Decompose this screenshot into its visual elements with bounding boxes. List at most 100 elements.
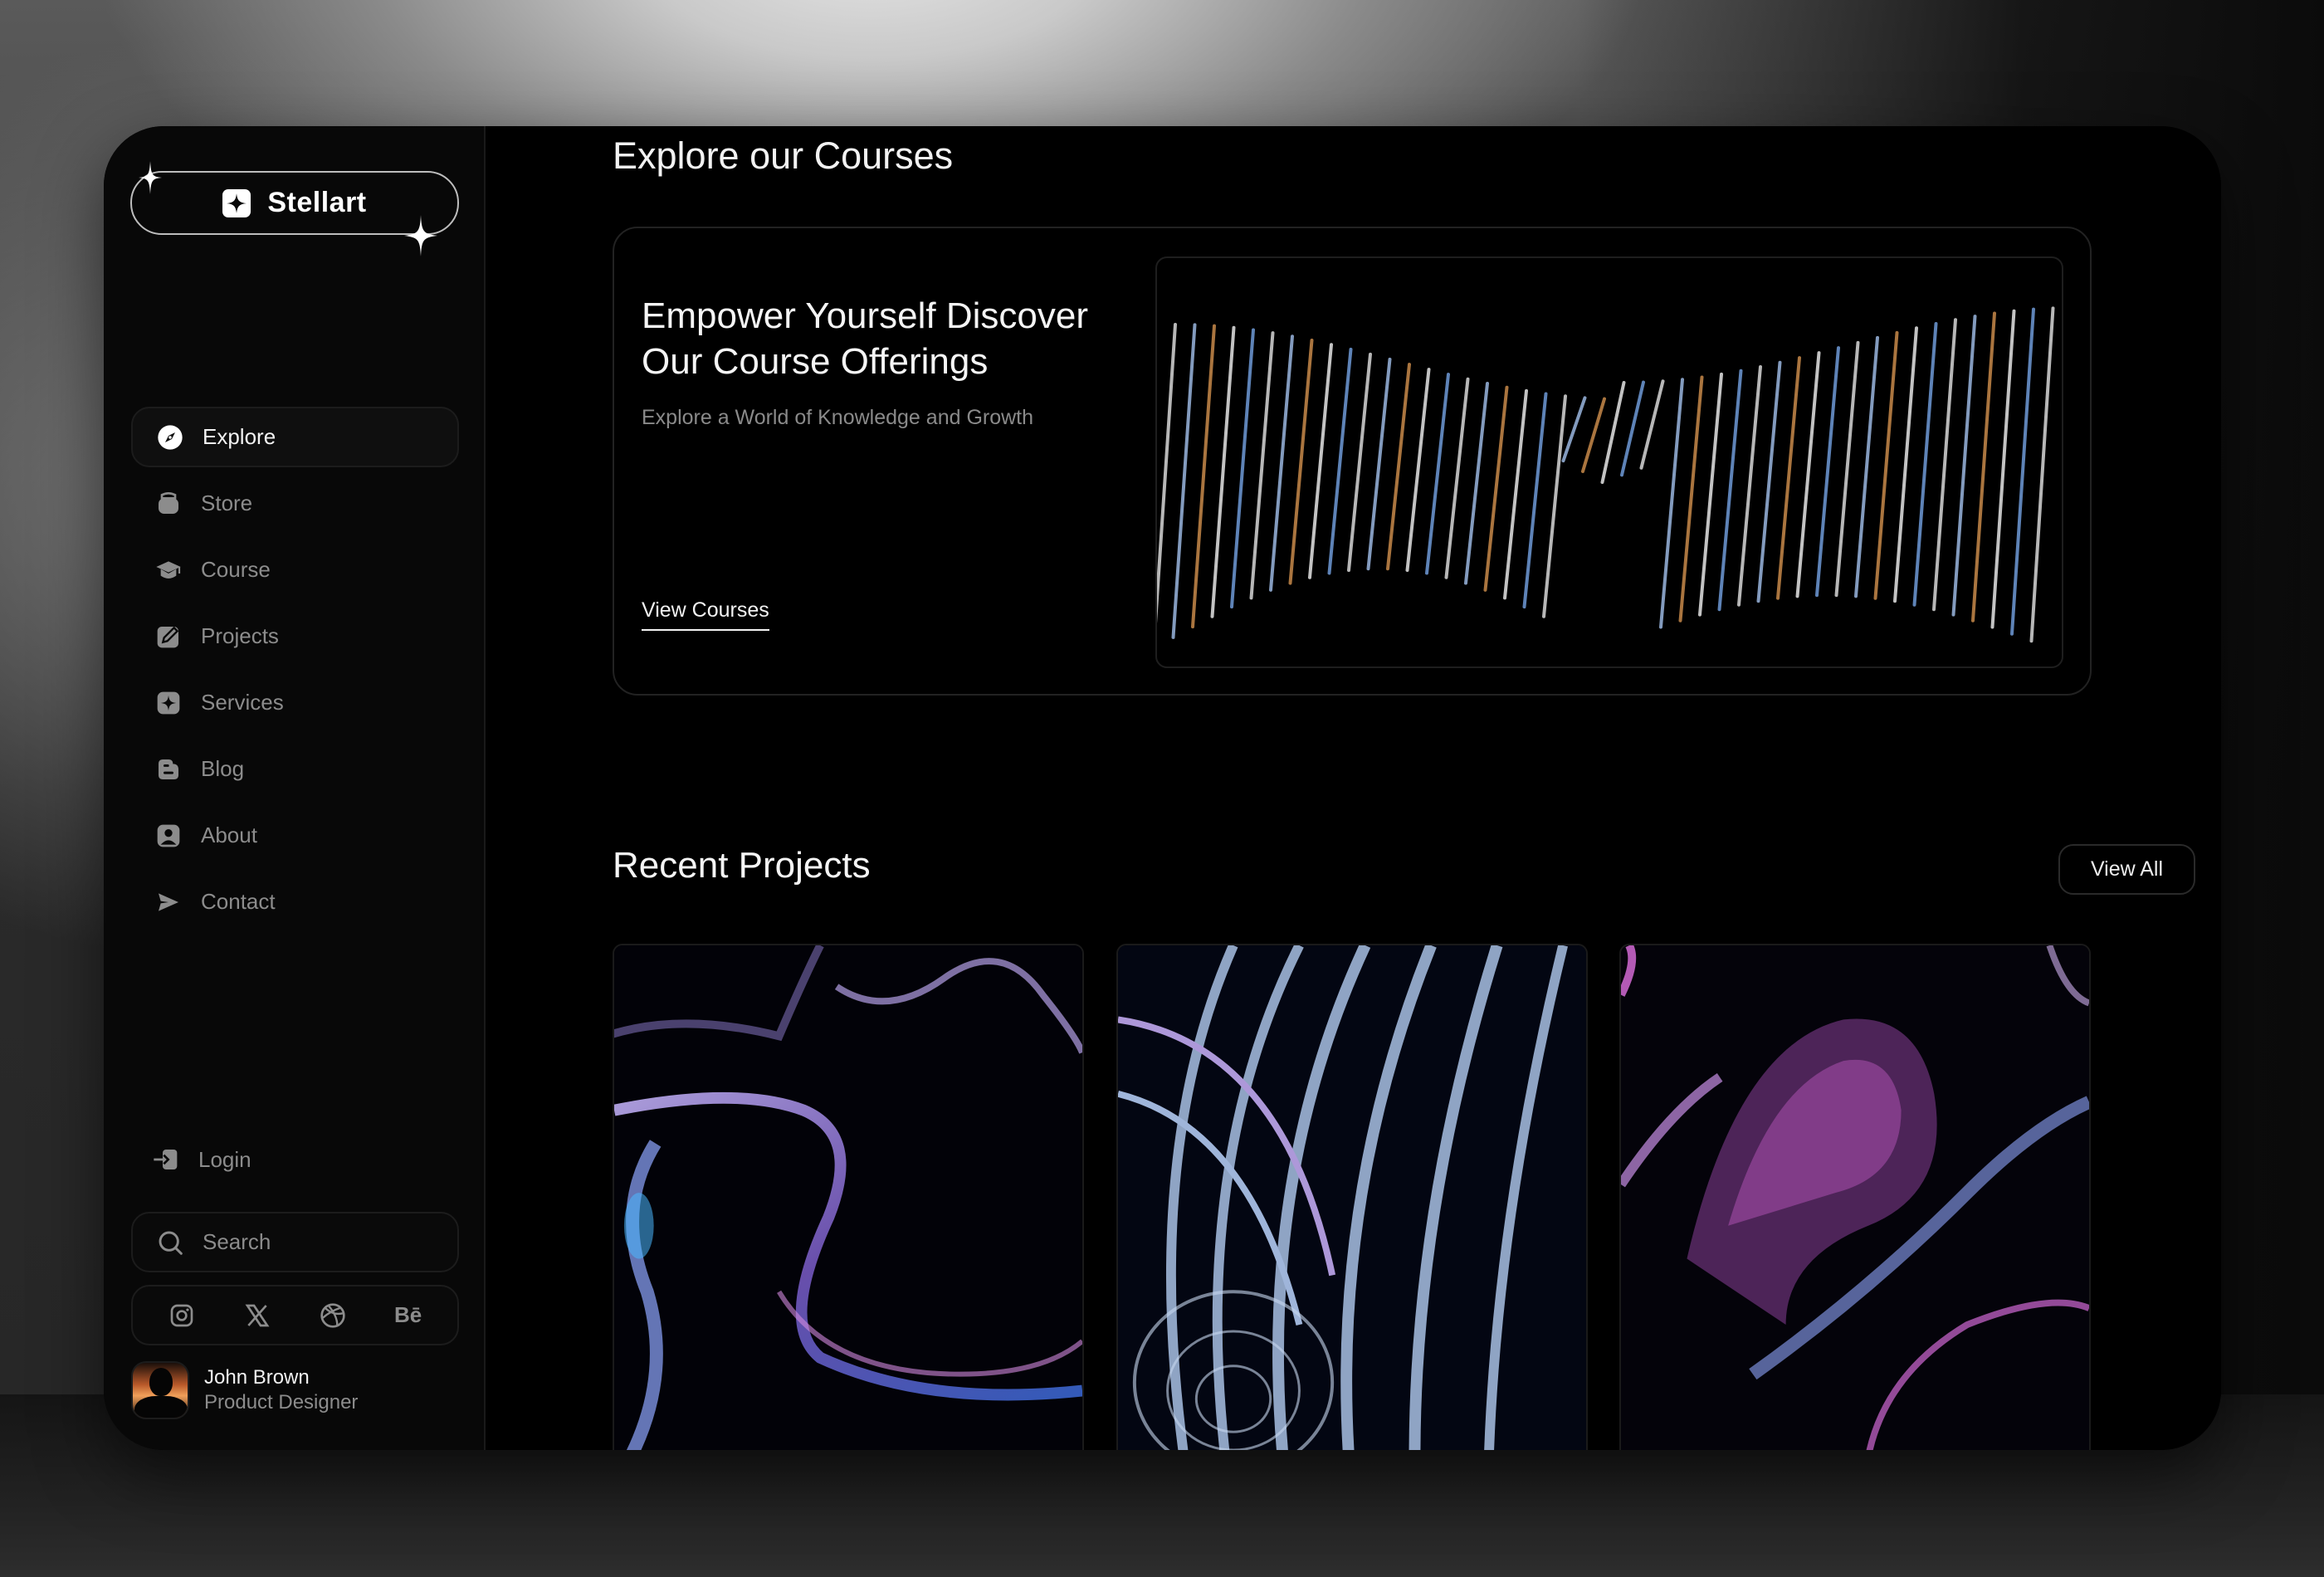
hero-title: Empower Yourself Discover Our Course Off… (642, 295, 1089, 382)
user-profile[interactable]: John Brown Product Designer (131, 1361, 358, 1419)
social-links: Bē (131, 1285, 459, 1345)
helix-rod (1503, 388, 1528, 600)
sidebar-item-store[interactable]: Store (131, 473, 459, 534)
helix-rod (1444, 377, 1470, 579)
project-card[interactable] (613, 944, 1084, 1450)
helix-rod (2010, 307, 2035, 636)
sidebar-item-blog[interactable]: Blog (131, 739, 459, 799)
hero-subtitle: Explore a World of Knowledge and Growth (642, 406, 1034, 429)
course-hero-card: Empower Yourself Discover Our Course Off… (613, 227, 2092, 696)
x-icon[interactable] (241, 1299, 274, 1332)
helix-rod (1971, 311, 1996, 622)
sidebar-item-contact[interactable]: Contact (131, 872, 459, 932)
helix-rod (1366, 357, 1392, 571)
sidebar-item-label: Projects (201, 623, 279, 648)
sparkle-decoration-icon (139, 161, 162, 194)
search-icon (156, 1228, 184, 1257)
helix-rod (1659, 378, 1684, 629)
sidebar-item-projects[interactable]: Projects (131, 606, 459, 666)
helix-rod (1249, 331, 1275, 600)
behance-icon[interactable]: Bē (392, 1299, 425, 1332)
helix-rod (1600, 381, 1626, 484)
login-button[interactable]: Login (152, 1145, 251, 1174)
dribbble-icon[interactable] (316, 1299, 349, 1332)
main-content: Explore our Courses Empower Yourself Dis… (487, 126, 2221, 1450)
helix-rod (1327, 347, 1353, 575)
helix-rod (1269, 334, 1294, 592)
helix-rod (1386, 363, 1411, 571)
avatar (131, 1361, 189, 1419)
sparkle-square-icon (154, 689, 183, 717)
helix-rod (1288, 339, 1314, 585)
sidebar-nav: Explore Store Course Projects Services B… (131, 407, 459, 938)
app-window: Stellart Explore Store Course Projects S… (104, 126, 2221, 1450)
helix-rod (1581, 397, 1606, 473)
helix-rod (1717, 369, 1743, 612)
helix-rod (1893, 326, 1918, 603)
helix-rod (1854, 335, 1879, 598)
helix-rod (1756, 360, 1782, 603)
basket-icon (154, 490, 183, 518)
helix-rod (1912, 322, 1938, 607)
brand-name: Stellart (267, 187, 367, 218)
helix-rod (1308, 343, 1333, 579)
sidebar-item-about[interactable]: About (131, 805, 459, 866)
helix-rod (1230, 328, 1255, 609)
helix-rod (1951, 315, 1977, 617)
helix-rod (1990, 309, 2016, 629)
sparkle-star-icon (222, 188, 251, 217)
compass-icon (156, 423, 184, 452)
graduation-cap-icon (154, 556, 183, 584)
helix-rod (1405, 368, 1431, 573)
helix-rod (1795, 351, 1821, 598)
send-icon (154, 888, 183, 916)
sidebar-item-label: Services (201, 690, 284, 715)
view-courses-link[interactable]: View Courses (642, 598, 769, 631)
sidebar-item-label: Blog (201, 756, 245, 781)
helix-rod (1932, 318, 1957, 612)
user-square-icon (154, 822, 183, 850)
helix-rod (1776, 356, 1801, 600)
helix-rod (1737, 364, 1762, 607)
helix-rod (1698, 372, 1723, 617)
sidebar-item-label: Contact (201, 889, 276, 914)
helix-rod (1464, 381, 1489, 585)
helix-rod (1561, 396, 1587, 463)
helix-rod (1542, 394, 1567, 618)
project-card[interactable] (1619, 944, 2091, 1450)
instagram-icon[interactable] (165, 1299, 198, 1332)
page-title: Explore our Courses (613, 134, 954, 177)
helix-rod (2029, 306, 2055, 643)
helix-rod (1678, 375, 1704, 622)
helix-rod (1483, 385, 1509, 592)
helix-rod (1834, 340, 1860, 598)
project-card[interactable] (1116, 944, 1588, 1450)
edit-square-icon (154, 622, 183, 651)
hero-helix-image (1155, 256, 2063, 668)
sidebar-item-course[interactable]: Course (131, 540, 459, 600)
helix-rod (1157, 323, 1177, 624)
helix-rod (1873, 330, 1899, 600)
sidebar-item-services[interactable]: Services (131, 672, 459, 733)
recent-projects-title: Recent Projects (613, 845, 871, 886)
sidebar-item-explore[interactable]: Explore (131, 407, 459, 467)
search-field[interactable] (131, 1212, 459, 1272)
login-label: Login (198, 1146, 251, 1172)
sidebar: Stellart Explore Store Course Projects S… (104, 126, 486, 1450)
sidebar-item-label: About (201, 823, 257, 847)
blogger-icon (154, 755, 183, 784)
profile-name: John Brown (204, 1366, 310, 1389)
search-input[interactable] (203, 1229, 452, 1255)
helix-rod (1522, 392, 1548, 609)
login-icon (152, 1145, 180, 1174)
helix-rod (1425, 373, 1450, 575)
sidebar-item-label: Course (201, 557, 271, 582)
view-all-button[interactable]: View All (2058, 844, 2195, 895)
helix-rod (1620, 380, 1645, 477)
helix-rod (1639, 379, 1665, 470)
sidebar-item-label: Store (201, 491, 253, 515)
sparkle-decoration-icon (404, 215, 437, 256)
helix-rod (1210, 325, 1236, 618)
helix-rod (1347, 352, 1372, 573)
sidebar-item-label: Explore (203, 424, 276, 449)
